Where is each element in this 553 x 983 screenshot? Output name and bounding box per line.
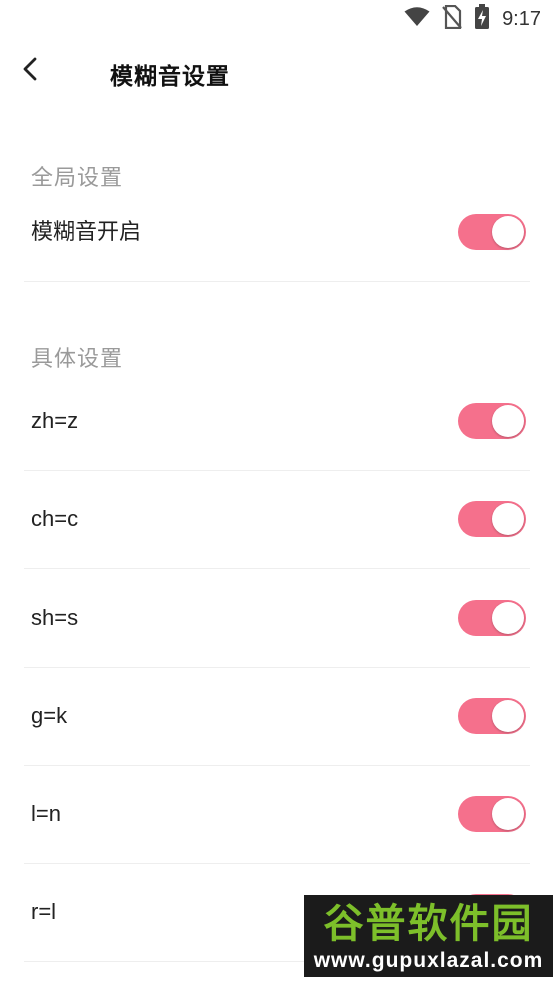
chevron-left-icon xyxy=(21,57,41,86)
setting-row-l-n: l=n xyxy=(24,765,530,864)
l-n-toggle[interactable] xyxy=(458,796,526,832)
setting-label: sh=s xyxy=(31,605,79,630)
status-bar: 9:17 xyxy=(0,0,553,38)
toggle-knob xyxy=(492,503,524,535)
toggle-knob xyxy=(492,700,524,732)
g-k-toggle[interactable] xyxy=(458,698,526,734)
back-button[interactable] xyxy=(14,54,48,88)
setting-label: r=l xyxy=(31,899,57,924)
watermark-url: www.gupuxlazal.com xyxy=(313,949,544,972)
setting-row-ch-c: ch=c xyxy=(24,470,530,569)
app-bar: 模糊音设置 xyxy=(0,38,553,104)
toggle-knob xyxy=(492,798,524,830)
setting-label: zh=z xyxy=(31,408,79,433)
toggle-knob xyxy=(492,602,524,634)
watermark-chinese: 谷普软件园 xyxy=(323,901,534,947)
toggle-knob xyxy=(492,216,524,248)
toggle-knob xyxy=(492,405,524,437)
setting-label: ch=c xyxy=(31,506,79,531)
section-title-detail: 具体设置 xyxy=(31,346,124,371)
wifi-icon xyxy=(404,6,430,32)
setting-row-zh-z: zh=z xyxy=(24,372,530,471)
zh-z-toggle[interactable] xyxy=(458,403,526,439)
setting-label: l=n xyxy=(31,801,61,826)
setting-label: g=k xyxy=(31,703,68,728)
fuzzy-enable-toggle[interactable] xyxy=(458,214,526,250)
setting-row-sh-s: sh=s xyxy=(24,569,530,668)
status-icons: 9:17 xyxy=(404,3,541,35)
setting-row-fuzzy-enable: 模糊音开启 xyxy=(24,183,530,282)
sh-s-toggle[interactable] xyxy=(458,600,526,636)
setting-label: 模糊音开启 xyxy=(31,219,142,244)
page-title: 模糊音设置 xyxy=(110,63,230,89)
battery-charging-icon xyxy=(474,3,490,35)
ch-c-toggle[interactable] xyxy=(458,501,526,537)
setting-row-g-k: g=k xyxy=(24,667,530,766)
no-sim-icon xyxy=(442,4,462,34)
status-time: 9:17 xyxy=(502,7,541,30)
watermark: 谷普软件园 www.gupuxlazal.com xyxy=(304,895,553,977)
